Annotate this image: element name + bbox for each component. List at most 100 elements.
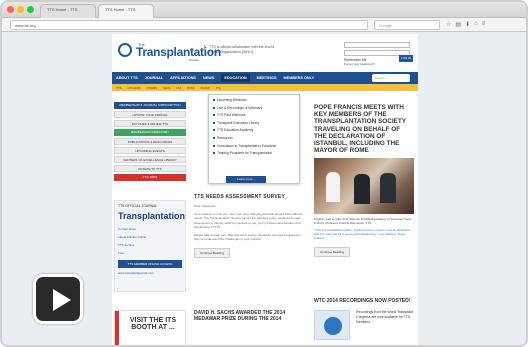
browser-toolbar: www.tts.org Google ☆ ▤ ⬇ ⌂ ≡ [2, 18, 526, 32]
section-link[interactable]: CTI-DOM [128, 86, 141, 90]
journal-link[interactable]: Current Issue [118, 227, 182, 231]
featured-news: POPE FRANCIS MEETS WITH KEY MEMBERS OF T… [314, 104, 414, 258]
dropdown-item[interactable]: Live & Recordings of Webinars [213, 106, 295, 110]
close-window-icon[interactable] [7, 6, 14, 13]
dropdown-learn-more-button[interactable]: Learn more... [226, 176, 266, 183]
menu-icon[interactable]: ≡ [482, 21, 486, 28]
journal-panel-title: TTS OFFICIAL JOURNAL [118, 204, 158, 208]
globe-icon [324, 317, 342, 335]
survey-title[interactable]: TTS NEEDS ASSESSMENT SURVEY [194, 194, 304, 200]
site-header: The Transplantation Society TTS is offic… [112, 34, 418, 72]
url-bar[interactable]: www.tts.org [10, 20, 368, 30]
booth-accent-bar [115, 311, 119, 345]
recordings-text: Recordings from the World Transplant Con… [356, 310, 414, 324]
journal-links: Current Issue Latest Articles Online TTS… [118, 227, 182, 255]
continue-reading-button[interactable]: Continue Reading [314, 247, 351, 258]
section-link[interactable]: ITS [216, 86, 221, 90]
award-article-title[interactable]: DAVID H. SACHS AWARDED THE 2014 MEDAWAR … [194, 310, 304, 322]
section-link[interactable]: CTRMS [147, 86, 158, 90]
nav-education[interactable]: EDUCATION [221, 74, 250, 82]
email-field[interactable] [344, 42, 410, 48]
nav-journal[interactable]: JOURNAL [145, 76, 163, 80]
booth-banner[interactable]: VISIT THE ITS BOOTH AT ... [114, 310, 186, 345]
upcoming-events-button[interactable]: UPCOMING EVENTS [114, 147, 186, 154]
nav-news[interactable]: NEWS [203, 76, 214, 80]
site-logo-icon[interactable] [118, 43, 132, 57]
section-link[interactable]: ISODP [200, 86, 209, 90]
recordings-item: Recordings from the World Transplant Con… [314, 310, 414, 345]
nav-members-only[interactable]: MEMBERS ONLY [284, 76, 315, 80]
update-profile-button[interactable]: UPDATE YOUR PROFILE [114, 111, 186, 118]
download-icon[interactable]: ⬇ [465, 21, 470, 28]
survey-article: TTS NEEDS ASSESSMENT SURVEY Dear colleag… [194, 194, 304, 259]
survey-paragraph: As an attempt to help you meet your ever… [194, 212, 302, 229]
section-nav: TTS CTI-DOM CTRMS IHCS IXA IPITA ISODP I… [112, 84, 418, 91]
browser-tab[interactable]: TTS Home - TTS [40, 4, 96, 18]
site-tagline: TTS is official collaborator with the Wo… [204, 45, 274, 55]
photo-figure [380, 173, 396, 204]
forgot-password-link[interactable]: Forgot your password? [344, 62, 410, 66]
dropdown-item[interactable]: Upcoming Webinars [213, 98, 295, 102]
section-link[interactable]: TTS [116, 86, 122, 90]
play-triangle [53, 289, 71, 311]
main-nav: ABOUT TTS JOURNAL AFFILIATIONS NEWS EDUC… [112, 72, 418, 84]
browser-tab-bar: TTS Home - TTS TTS Home - TTS [2, 2, 526, 18]
section-link[interactable]: IHCS [163, 86, 170, 90]
video-frame: TTS Home - TTS TTS Home - TTS www.tts.or… [0, 0, 528, 347]
recordings-title[interactable]: WTC 2014 RECORDINGS NOW POSTED! [314, 298, 414, 304]
dropdown-item[interactable]: Training Programs for Transplantation [213, 151, 295, 155]
survey-paragraph: Please help us help you. Take this short… [194, 233, 301, 242]
dropdown-item[interactable]: Resources [213, 136, 295, 140]
bookmarks-icon[interactable]: ▤ [455, 21, 461, 28]
nav-meetings[interactable]: MEETINGS [257, 76, 277, 80]
dropdown-item[interactable]: TTS Education Academy [213, 128, 295, 132]
donate-button[interactable]: DONATE TO TTS [114, 165, 186, 172]
booth-banner-text: VISIT THE ITS BOOTH AT ... [129, 317, 177, 331]
window-controls [7, 6, 34, 13]
photo-caption: Caption: Left to right; Prof. Darrow, Po… [314, 217, 412, 226]
browser-tab-active[interactable]: TTS Home - TTS [98, 4, 154, 18]
pay-dues-button[interactable]: PAY DUES & RENEW TTS [114, 120, 186, 127]
minimize-window-icon[interactable] [17, 6, 24, 13]
news-photo[interactable] [314, 158, 414, 215]
journal-panel: TTS OFFICIAL JOURNAL Transplantation Cur… [114, 200, 186, 292]
jobs-button[interactable]: TTS JOBS [114, 174, 186, 181]
section-link[interactable]: IPITA [187, 86, 194, 90]
left-sidebar: MEMBERSHIP & JOURNAL SUBSCRIPTION UPDATE… [114, 102, 186, 183]
maximize-window-icon[interactable] [27, 6, 34, 13]
browser-search-box[interactable]: Google [374, 20, 440, 30]
education-dropdown-menu: Upcoming Webinars Live & Recordings of W… [208, 94, 300, 184]
continue-reading-button[interactable]: Continue Reading [194, 248, 231, 259]
pope-quote: "This is a worldwide problem. Trade in h… [314, 228, 410, 241]
toolbar-icons: ☆ ▤ ⬇ ⌂ ≡ [446, 21, 485, 28]
photo-figure [354, 174, 370, 205]
journal-access-button[interactable]: TTS MEMBER ONLINE ACCESS [118, 260, 182, 268]
recordings-thumbnail[interactable] [314, 310, 350, 340]
journal-link[interactable]: TTS Archive [118, 243, 182, 247]
web-page: The Transplantation Society TTS is offic… [112, 34, 418, 345]
logo-suffix: Society [189, 58, 199, 62]
journal-link[interactable]: Free [118, 251, 182, 255]
star-icon[interactable]: ☆ [446, 21, 451, 28]
play-icon[interactable] [33, 274, 83, 324]
photo-figure [326, 172, 340, 203]
membership-button[interactable]: MEMBERSHIP & JOURNAL SUBSCRIPTION [114, 102, 186, 109]
nav-affiliations[interactable]: AFFILIATIONS [170, 76, 196, 80]
membership-directory-button[interactable]: MEMBERSHIP DIRECTORY [114, 129, 186, 136]
journal-logo[interactable]: Transplantation [118, 211, 185, 221]
section-link[interactable]: IXA [176, 86, 181, 90]
site-search-input[interactable]: Search... [372, 74, 410, 82]
dropdown-item[interactable]: TTS Past Webinars [213, 113, 295, 117]
login-button[interactable]: LOG IN [399, 55, 413, 62]
journal-link[interactable]: Latest Articles Online [118, 235, 182, 239]
dropdown-item[interactable]: Innovations in Transplantation Education [213, 144, 295, 148]
nav-about[interactable]: ABOUT TTS [116, 76, 138, 80]
login-form: Remember Me Forgot your password? [344, 42, 410, 66]
journal-url-link[interactable]: www.transplantjournal.com [118, 271, 182, 275]
publications-button[interactable]: PUBLICATIONS & RESOURCES [114, 138, 186, 145]
featured-news-title[interactable]: POPE FRANCIS MEETS WITH KEY MEMBERS OF T… [314, 104, 414, 154]
dropdown-item[interactable]: Transplant Education Library [213, 121, 295, 125]
home-icon[interactable]: ⌂ [474, 21, 478, 28]
centers-library-button[interactable]: CENTERS OF EXCELLENCE LIBRARY [114, 156, 186, 163]
survey-intro: Dear colleagues, [194, 204, 217, 208]
